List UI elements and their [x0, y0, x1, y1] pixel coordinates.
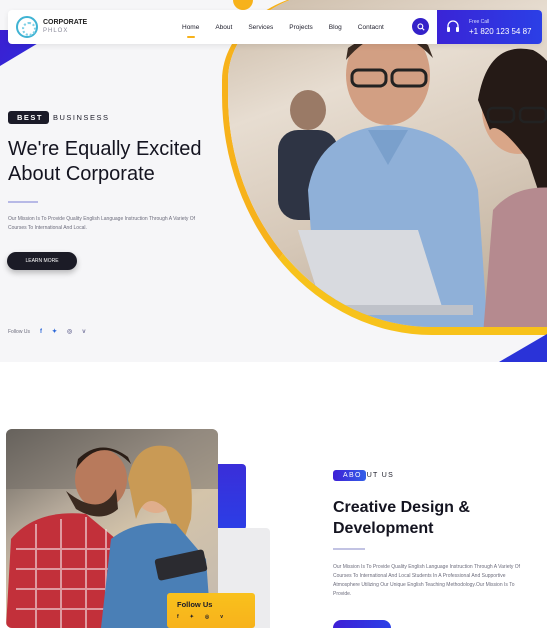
- search-button[interactable]: [412, 18, 429, 35]
- main-menu: Home About Services Projects Blog Contac…: [174, 10, 392, 44]
- hero-section: CORPORATE PHLOX Home About Services Proj…: [0, 0, 547, 362]
- call-box[interactable]: Free Call +1 820 123 54 87: [437, 10, 542, 44]
- hero-tag-text: BUSINSESS: [53, 113, 110, 122]
- about-title: Creative Design & Development: [333, 497, 533, 539]
- follow-card: Follow Us f ✦ ◎ v: [167, 593, 255, 628]
- logo-title: CORPORATE: [43, 19, 88, 26]
- facebook-icon[interactable]: f: [40, 329, 42, 335]
- logo[interactable]: CORPORATE PHLOX: [16, 16, 87, 38]
- hero-follow: Follow Us f ✦ ◎ v: [8, 328, 86, 336]
- search-icon: [416, 22, 425, 31]
- decor-shape: [499, 334, 547, 362]
- about-tag-pill: ABO: [333, 470, 366, 481]
- hero-description: Our Mission Is To Provide Quality Englis…: [8, 216, 196, 231]
- navbar: CORPORATE PHLOX Home About Services Proj…: [8, 10, 542, 44]
- hero-tag: BEST BUSINSESS: [8, 111, 109, 124]
- learn-more-button[interactable]: LEARN MORE: [7, 252, 77, 270]
- logo-subtitle: PHLOX: [43, 28, 69, 34]
- hero-title: We're Equally Excited About Corporate: [8, 137, 248, 187]
- about-tag: ABO UT US: [333, 470, 394, 481]
- menu-item-home[interactable]: Home: [174, 24, 207, 38]
- about-tag-text: UT US: [366, 472, 395, 479]
- about-title-line1: Creative Design &: [333, 499, 470, 516]
- menu-item-blog[interactable]: Blog: [321, 24, 350, 31]
- menu-item-contact[interactable]: Contacnt: [350, 24, 392, 31]
- vimeo-icon[interactable]: v: [82, 329, 85, 335]
- call-label: Free Call: [469, 19, 490, 25]
- follow-label: Follow Us: [8, 328, 30, 335]
- divider: [333, 548, 365, 550]
- vimeo-icon[interactable]: v: [220, 614, 223, 620]
- about-title-line2: Development: [333, 520, 434, 537]
- menu-item-services[interactable]: Services: [240, 24, 281, 31]
- facebook-icon[interactable]: f: [177, 614, 179, 620]
- twitter-icon[interactable]: ✦: [190, 614, 194, 620]
- hero-image: [222, 0, 547, 335]
- divider: [8, 201, 38, 203]
- about-description: Our Mission Is To Provide Quality Englis…: [333, 564, 521, 597]
- menu-item-about[interactable]: About: [207, 24, 240, 31]
- instagram-icon[interactable]: ◎: [205, 614, 209, 620]
- hero-tag-pill: BEST: [8, 111, 50, 124]
- twitter-icon[interactable]: ✦: [52, 328, 57, 335]
- follow-card-title: Follow Us: [177, 600, 213, 609]
- hero-title-line1: We're Equally Excited: [8, 138, 202, 160]
- headset-icon: [447, 20, 459, 32]
- page: CORPORATE PHLOX Home About Services Proj…: [0, 0, 547, 628]
- instagram-icon[interactable]: ◎: [67, 328, 72, 335]
- decor-shape: [214, 464, 246, 530]
- logo-icon: [16, 16, 38, 38]
- hero-title-line2: About Corporate: [8, 163, 155, 185]
- menu-item-projects[interactable]: Projects: [281, 24, 320, 31]
- call-number: +1 820 123 54 87: [469, 27, 532, 36]
- about-button[interactable]: [333, 620, 391, 628]
